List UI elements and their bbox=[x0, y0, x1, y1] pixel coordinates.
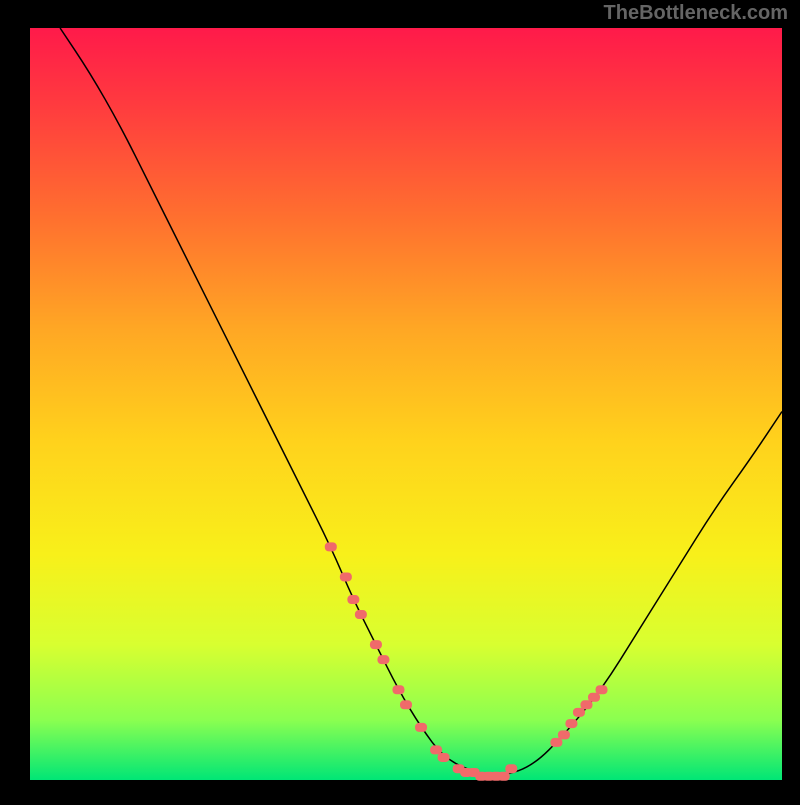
highlight-dot bbox=[573, 708, 585, 717]
highlight-dot bbox=[438, 753, 450, 762]
highlight-dot bbox=[347, 595, 359, 604]
highlight-dot bbox=[430, 745, 442, 754]
highlight-dot bbox=[325, 542, 337, 551]
highlight-dot bbox=[370, 640, 382, 649]
chart-container bbox=[0, 0, 800, 800]
plot-background bbox=[30, 28, 782, 780]
highlight-dot bbox=[588, 693, 600, 702]
highlight-dot bbox=[400, 700, 412, 709]
watermark-text: TheBottleneck.com bbox=[604, 2, 788, 25]
highlight-dot bbox=[498, 772, 510, 781]
highlight-dot bbox=[550, 738, 562, 747]
highlight-dot bbox=[565, 719, 577, 728]
highlight-dot bbox=[392, 685, 404, 694]
highlight-dot bbox=[415, 723, 427, 732]
highlight-dot bbox=[558, 730, 570, 739]
highlight-dot bbox=[580, 700, 592, 709]
highlight-dot bbox=[377, 655, 389, 664]
bottleneck-chart bbox=[0, 0, 800, 800]
highlight-dot bbox=[596, 685, 608, 694]
highlight-dot bbox=[355, 610, 367, 619]
highlight-dot bbox=[340, 572, 352, 581]
highlight-dot bbox=[505, 764, 517, 773]
